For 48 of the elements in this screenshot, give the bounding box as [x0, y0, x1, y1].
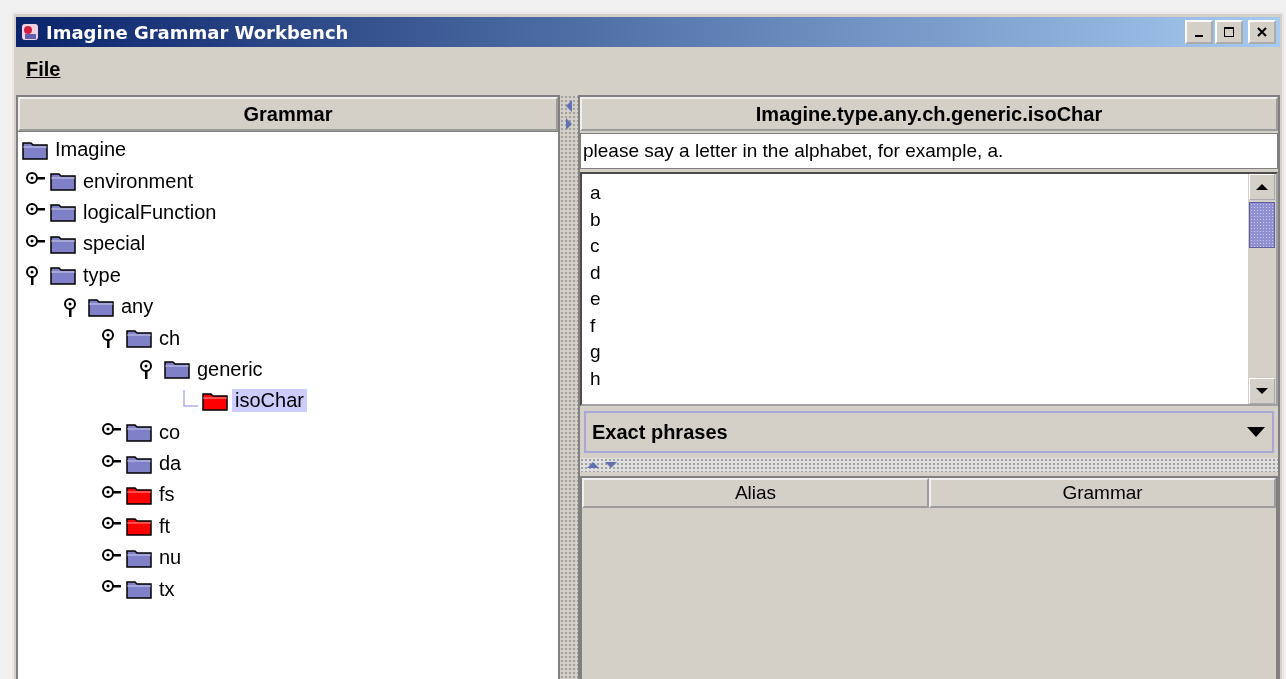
- column-header[interactable]: Grammar: [929, 478, 1276, 508]
- close-button[interactable]: [1248, 20, 1276, 44]
- panel-header: Grammar: [18, 97, 558, 131]
- tree-item[interactable]: ft: [156, 514, 174, 538]
- tree-item[interactable]: type: [80, 263, 124, 287]
- tree-item[interactable]: fs: [156, 483, 178, 507]
- tree-item[interactable]: isoChar: [232, 389, 307, 413]
- maximize-icon: [1223, 26, 1235, 38]
- tree-item[interactable]: ch: [156, 326, 184, 350]
- phrase-item[interactable]: e: [590, 286, 1240, 313]
- tree-item[interactable]: co: [156, 420, 184, 444]
- phrase-item[interactable]: c: [590, 233, 1240, 260]
- up-arrow-icon[interactable]: [586, 461, 600, 469]
- scroll-down-icon[interactable]: [1249, 378, 1275, 404]
- tree-item[interactable]: da: [156, 452, 185, 476]
- expand-right-icon[interactable]: [565, 117, 573, 131]
- split-handle[interactable]: [580, 458, 1278, 472]
- close-icon: [1256, 26, 1268, 38]
- prompt-field[interactable]: please say a letter in the alphabet, for example, a.: [580, 133, 1278, 169]
- tree-item[interactable]: Imagine: [52, 138, 130, 162]
- phrase-item[interactable]: h: [590, 365, 1240, 392]
- app-icon: [20, 22, 40, 42]
- minimize-button[interactable]: [1185, 20, 1213, 44]
- dropdown-caret-icon: [1246, 426, 1266, 438]
- tree-item[interactable]: any: [118, 295, 157, 319]
- tree-item[interactable]: special: [80, 232, 149, 256]
- tree-item[interactable]: logicalFunction: [80, 200, 220, 224]
- phrase-item[interactable]: g: [590, 339, 1240, 366]
- scrollbar[interactable]: [1248, 174, 1276, 404]
- phrase-item[interactable]: d: [590, 259, 1240, 286]
- window-title: Imagine Grammar Workbench: [46, 21, 349, 43]
- phrase-item[interactable]: b: [590, 206, 1240, 233]
- scroll-up-icon[interactable]: [1249, 174, 1275, 200]
- tree-item[interactable]: nu: [156, 546, 185, 570]
- down-arrow-icon[interactable]: [604, 461, 618, 469]
- collapse-left-icon[interactable]: [565, 99, 573, 113]
- tree-item[interactable]: generic: [194, 357, 266, 381]
- minimize-icon: [1195, 35, 1203, 37]
- menu-item[interactable]: File: [26, 57, 61, 81]
- phrase-item[interactable]: a: [590, 180, 1240, 207]
- maximize-button[interactable]: [1215, 20, 1243, 44]
- tree-item[interactable]: environment: [80, 169, 197, 193]
- panel-header: Imagine.type.any.ch.generic.isoChar: [580, 97, 1278, 131]
- column-header[interactable]: Alias: [582, 478, 929, 508]
- phrase-item[interactable]: f: [590, 312, 1240, 339]
- phrase-type-dropdown[interactable]: Exact phrases: [584, 411, 1274, 453]
- scroll-thumb[interactable]: [1249, 202, 1275, 248]
- tree-item[interactable]: tx: [156, 577, 178, 601]
